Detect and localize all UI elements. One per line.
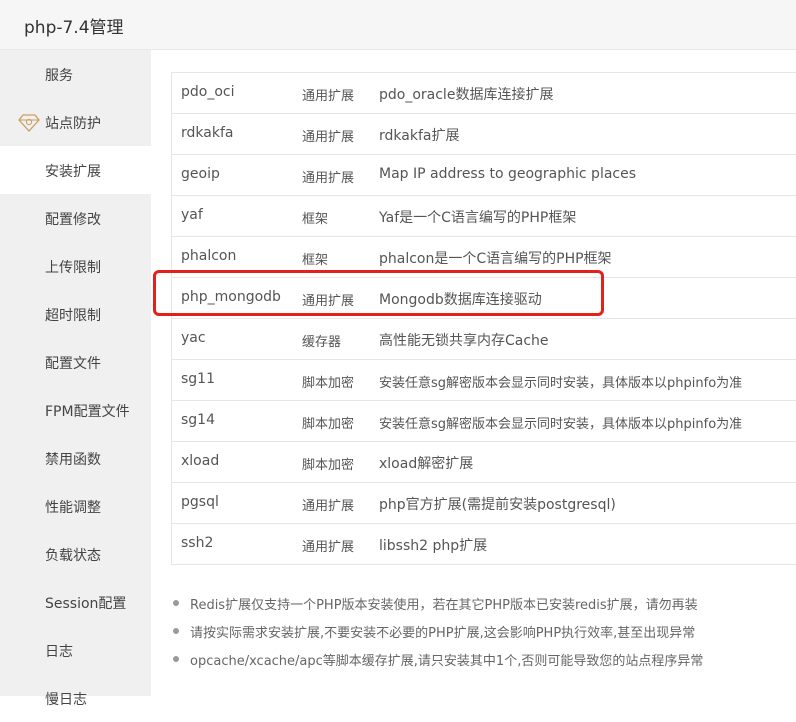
table-row[interactable]: pgsql 通用扩展 php官方扩展(需提前安装postgresql) bbox=[172, 483, 796, 524]
extension-desc: phalcon是一个C语言编写的PHP框架 bbox=[379, 251, 612, 267]
table-row[interactable]: sg14 脚本加密 安装任意sg解密版本会显示同时安装，具体版本以phpinfo… bbox=[172, 401, 796, 442]
sidebar-item-label: 慢日志 bbox=[45, 692, 87, 708]
sidebar-item-label: 配置文件 bbox=[45, 356, 101, 372]
extension-name: php_mongodb bbox=[181, 289, 281, 305]
extension-type: 通用扩展 bbox=[302, 294, 355, 309]
sidebar-item-label: 上传限制 bbox=[45, 260, 101, 276]
extension-desc: libssh2 php扩展 bbox=[379, 538, 488, 554]
sidebar-item-timeout-limit[interactable]: 超时限制 bbox=[0, 290, 151, 338]
table-row[interactable]: geoip 通用扩展 Map IP address to geographic … bbox=[172, 155, 796, 196]
extension-type: 通用扩展 bbox=[302, 171, 355, 186]
table-row-highlighted[interactable]: php_mongodb 通用扩展 Mongodb数据库连接驱动 bbox=[172, 278, 796, 319]
sidebar-item-session-config[interactable]: Session配置 bbox=[0, 578, 151, 626]
sidebar: 服务 站点防护 安装扩展 配置修改 上传限制 超时限制 配置文件 FPM配置文件… bbox=[0, 50, 151, 708]
note-item: Redis扩展仅支持一个PHP版本安装使用，若在其它PHP版本已安装redis扩… bbox=[173, 594, 793, 622]
extension-type: 框架 bbox=[302, 253, 329, 268]
note-text: 请按实际需求安装扩展,不要安装不必要的PHP扩展,这会影响PHP执行效率,甚至出… bbox=[190, 626, 696, 641]
note-item: 请按实际需求安装扩展,不要安装不必要的PHP扩展,这会影响PHP执行效率,甚至出… bbox=[173, 622, 793, 650]
note-text: opcache/xcache/apc等脚本缓存扩展,请只安装其中1个,否则可能导… bbox=[190, 654, 704, 669]
sidebar-item-label: 日志 bbox=[45, 644, 73, 660]
extension-desc: Map IP address to geographic places bbox=[379, 166, 637, 182]
title-bar: php-7.4管理 bbox=[0, 0, 796, 50]
extension-type: 通用扩展 bbox=[302, 89, 355, 104]
window-title: php-7.4管理 bbox=[24, 18, 124, 38]
extension-type: 缓存器 bbox=[302, 335, 342, 350]
extension-desc: php官方扩展(需提前安装postgresql) bbox=[379, 497, 616, 513]
extension-name: pgsql bbox=[181, 494, 219, 510]
extension-desc: 安装任意sg解密版本会显示同时安装，具体版本以phpinfo为准 bbox=[379, 417, 743, 432]
sidebar-item-label: 站点防护 bbox=[45, 116, 101, 132]
extension-type: 脚本加密 bbox=[302, 417, 355, 432]
sidebar-item-service[interactable]: 服务 bbox=[0, 50, 151, 98]
table-row[interactable]: pdo_oci 通用扩展 pdo_oracle数据库连接扩展 bbox=[172, 73, 796, 114]
table-row[interactable]: xload 脚本加密 xload解密扩展 bbox=[172, 442, 796, 483]
notes-list: Redis扩展仅支持一个PHP版本安装使用，若在其它PHP版本已安装redis扩… bbox=[173, 594, 793, 678]
sidebar-item-label: 超时限制 bbox=[45, 308, 101, 324]
sidebar-item-fpm-config[interactable]: FPM配置文件 bbox=[0, 386, 151, 434]
sidebar-item-log[interactable]: 日志 bbox=[0, 626, 151, 674]
table-row[interactable]: sg11 脚本加密 安装任意sg解密版本会显示同时安装，具体版本以phpinfo… bbox=[172, 360, 796, 401]
sidebar-item-label: 配置修改 bbox=[45, 212, 101, 228]
sidebar-item-label: FPM配置文件 bbox=[45, 404, 130, 420]
sidebar-item-disabled-functions[interactable]: 禁用函数 bbox=[0, 434, 151, 482]
sidebar-item-config-file[interactable]: 配置文件 bbox=[0, 338, 151, 386]
table-row[interactable]: yaf 框架 Yaf是一个C语言编写的PHP框架 bbox=[172, 196, 796, 237]
extension-desc: pdo_oracle数据库连接扩展 bbox=[379, 87, 554, 103]
extension-type: 脚本加密 bbox=[302, 376, 355, 391]
sidebar-item-install-extensions[interactable]: 安装扩展 bbox=[0, 146, 151, 194]
gem-icon bbox=[18, 111, 40, 133]
extension-desc: 安装任意sg解密版本会显示同时安装，具体版本以phpinfo为准 bbox=[379, 376, 743, 391]
bullet-icon bbox=[173, 600, 179, 606]
sidebar-item-load-status[interactable]: 负载状态 bbox=[0, 530, 151, 578]
extension-desc: Yaf是一个C语言编写的PHP框架 bbox=[379, 210, 577, 226]
extension-desc: Mongodb数据库连接驱动 bbox=[379, 292, 542, 308]
bullet-icon bbox=[173, 628, 179, 634]
sidebar-item-site-protection[interactable]: 站点防护 bbox=[0, 98, 151, 146]
extension-name: ssh2 bbox=[181, 535, 214, 551]
sidebar-item-performance[interactable]: 性能调整 bbox=[0, 482, 151, 530]
table-row[interactable]: yac 缓存器 高性能无锁共享内存Cache bbox=[172, 319, 796, 360]
extension-name: phalcon bbox=[181, 248, 237, 264]
table-row[interactable]: rdkakfa 通用扩展 rdkakfa扩展 bbox=[172, 114, 796, 155]
extension-table: pdo_oci 通用扩展 pdo_oracle数据库连接扩展 rdkakfa 通… bbox=[171, 72, 796, 565]
extension-name: rdkakfa bbox=[181, 125, 234, 141]
sidebar-item-label: 禁用函数 bbox=[45, 452, 101, 468]
extension-name: yaf bbox=[181, 207, 203, 223]
extension-name: yac bbox=[181, 330, 206, 346]
extension-desc: xload解密扩展 bbox=[379, 456, 474, 472]
extension-desc: 高性能无锁共享内存Cache bbox=[379, 333, 549, 349]
extension-name: sg14 bbox=[181, 412, 215, 428]
extension-type: 脚本加密 bbox=[302, 458, 355, 473]
sidebar-item-label: 负载状态 bbox=[45, 548, 101, 564]
extension-type: 通用扩展 bbox=[302, 130, 355, 145]
sidebar-item-label: Session配置 bbox=[45, 596, 127, 612]
sidebar-item-upload-limit[interactable]: 上传限制 bbox=[0, 242, 151, 290]
sidebar-item-label: 安装扩展 bbox=[45, 164, 101, 180]
sidebar-item-config-edit[interactable]: 配置修改 bbox=[0, 194, 151, 242]
sidebar-item-label: 性能调整 bbox=[45, 500, 101, 516]
extension-type: 通用扩展 bbox=[302, 540, 355, 555]
extension-name: geoip bbox=[181, 166, 220, 182]
sidebar-item-label: 服务 bbox=[45, 68, 73, 84]
extension-desc: rdkakfa扩展 bbox=[379, 128, 460, 144]
extension-type: 框架 bbox=[302, 212, 329, 227]
bullet-icon bbox=[173, 656, 179, 662]
extension-type: 通用扩展 bbox=[302, 499, 355, 514]
extension-name: xload bbox=[181, 453, 220, 469]
extension-name: pdo_oci bbox=[181, 84, 235, 100]
note-item: opcache/xcache/apc等脚本缓存扩展,请只安装其中1个,否则可能导… bbox=[173, 650, 793, 678]
note-text: Redis扩展仅支持一个PHP版本安装使用，若在其它PHP版本已安装redis扩… bbox=[190, 598, 698, 613]
table-row[interactable]: phalcon 框架 phalcon是一个C语言编写的PHP框架 bbox=[172, 237, 796, 278]
extension-name: sg11 bbox=[181, 371, 215, 387]
table-row[interactable]: ssh2 通用扩展 libssh2 php扩展 bbox=[172, 524, 796, 565]
sidebar-item-slow-log[interactable]: 慢日志 bbox=[0, 674, 151, 722]
